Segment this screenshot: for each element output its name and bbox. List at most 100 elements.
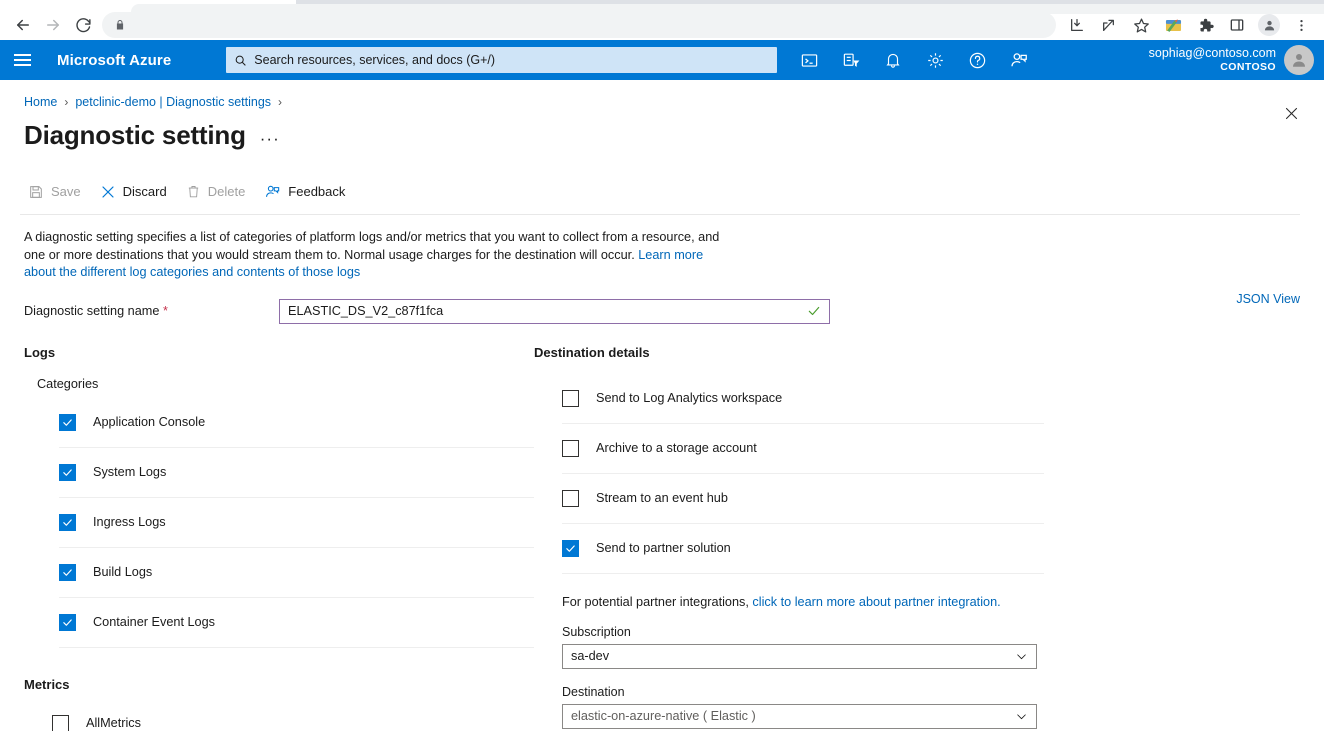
- feedback-person-icon[interactable]: [999, 40, 1039, 80]
- destination-option-label: Send to partner solution: [596, 541, 731, 555]
- metrics-heading: Metrics: [24, 677, 534, 692]
- json-view-link[interactable]: JSON View: [1236, 292, 1300, 306]
- discard-label: Discard: [123, 184, 167, 199]
- destination-field-label: Destination: [562, 685, 1044, 699]
- delete-label: Delete: [208, 184, 246, 199]
- log-category-row[interactable]: Build Logs: [59, 548, 534, 598]
- destination-column: Destination details Send to Log Analytic…: [534, 345, 1044, 731]
- reload-button[interactable]: [68, 11, 98, 39]
- bookmark-button[interactable]: [1126, 11, 1156, 39]
- browser-tab-strip: [0, 0, 1324, 10]
- breadcrumb-item-resource[interactable]: petclinic-demo | Diagnostic settings: [75, 95, 271, 109]
- chevron-down-icon: [1015, 650, 1028, 663]
- destination-option-row[interactable]: Send to partner solution: [562, 524, 1044, 574]
- checkbox-allmetrics[interactable]: [52, 715, 69, 731]
- help-question-icon[interactable]: [957, 40, 997, 80]
- directories-subscriptions-icon[interactable]: [831, 40, 871, 80]
- diagnostic-setting-name-row: Diagnostic setting name * ELASTIC_DS_V2_…: [24, 299, 1300, 324]
- settings-gear-icon[interactable]: [915, 40, 955, 80]
- feedback-button[interactable]: Feedback: [256, 180, 356, 203]
- download-button[interactable]: [1062, 11, 1092, 39]
- profile-button[interactable]: [1254, 11, 1284, 39]
- forward-button[interactable]: [38, 11, 68, 39]
- breadcrumb-item-home[interactable]: Home: [24, 95, 57, 109]
- subscription-dropdown[interactable]: sa-dev: [562, 644, 1037, 669]
- extension-app-icon: [1164, 16, 1183, 35]
- account-info[interactable]: sophiag@contoso.com CONTOSO: [1149, 45, 1314, 75]
- checkbox-storage-account[interactable]: [562, 440, 579, 457]
- search-icon: [234, 54, 247, 67]
- checkbox-application-console[interactable]: [59, 414, 76, 431]
- global-search-placeholder: Search resources, services, and docs (G+…: [254, 53, 495, 67]
- browser-toolbar: [0, 10, 1324, 40]
- global-search-input[interactable]: Search resources, services, and docs (G+…: [226, 47, 777, 73]
- page-title: Diagnostic setting: [24, 120, 246, 151]
- extension-app-button[interactable]: [1158, 11, 1188, 39]
- browser-tab-secondary[interactable]: [131, 4, 1324, 14]
- log-category-row[interactable]: Container Event Logs: [59, 598, 534, 648]
- destination-option-label: Stream to an event hub: [596, 491, 728, 505]
- back-button[interactable]: [8, 11, 38, 39]
- cloud-shell-icon[interactable]: [789, 40, 829, 80]
- title-row: Diagnostic setting ···: [24, 120, 1300, 151]
- destination-heading: Destination details: [534, 345, 1044, 360]
- checkbox-partner-solution[interactable]: [562, 540, 579, 557]
- save-label: Save: [51, 184, 81, 199]
- azure-top-bar: Microsoft Azure Search resources, servic…: [0, 40, 1324, 80]
- account-org: CONTOSO: [1149, 61, 1276, 74]
- checkbox-build-logs[interactable]: [59, 564, 76, 581]
- delete-button[interactable]: Delete: [178, 181, 257, 202]
- discard-x-icon: [100, 184, 116, 200]
- metrics-section: Metrics AllMetrics: [24, 677, 534, 731]
- log-category-row[interactable]: Application Console: [59, 398, 534, 448]
- save-button[interactable]: Save: [20, 181, 92, 203]
- chrome-menu-button[interactable]: [1286, 11, 1316, 39]
- destination-option-row[interactable]: Send to Log Analytics workspace: [562, 374, 1044, 424]
- checkmark-icon: [62, 617, 73, 628]
- partner-integration-link[interactable]: click to learn more about partner integr…: [752, 595, 1000, 609]
- checkbox-event-hub[interactable]: [562, 490, 579, 507]
- name-label-text: Diagnostic setting name: [24, 304, 159, 318]
- checkbox-container-event-logs[interactable]: [59, 614, 76, 631]
- more-options-button[interactable]: ···: [260, 130, 280, 147]
- close-blade-button[interactable]: [1278, 100, 1304, 126]
- address-bar[interactable]: [102, 12, 1056, 38]
- metric-label: AllMetrics: [86, 716, 141, 730]
- extensions-button[interactable]: [1190, 11, 1220, 39]
- side-panel-button[interactable]: [1222, 11, 1252, 39]
- destination-dropdown[interactable]: elastic-on-azure-native ( Elastic ): [562, 704, 1037, 729]
- diagnostic-setting-name-input[interactable]: ELASTIC_DS_V2_c87f1fca: [279, 299, 830, 324]
- breadcrumb-separator-2: ›: [278, 95, 282, 109]
- metrics-list: AllMetrics: [24, 699, 534, 731]
- forward-arrow-icon: [44, 16, 62, 34]
- account-email: sophiag@contoso.com: [1149, 46, 1276, 62]
- checkbox-system-logs[interactable]: [59, 464, 76, 481]
- subscription-label: Subscription: [562, 625, 1044, 639]
- share-icon: [1101, 17, 1117, 33]
- blade-description: A diagnostic setting specifies a list of…: [24, 229, 724, 282]
- share-button[interactable]: [1094, 11, 1124, 39]
- log-categories-list: Application Console System Logs Ingress …: [24, 398, 534, 648]
- checkmark-icon: [565, 543, 576, 554]
- checkbox-ingress-logs[interactable]: [59, 514, 76, 531]
- destination-option-row[interactable]: Archive to a storage account: [562, 424, 1044, 474]
- azure-brand[interactable]: Microsoft Azure: [57, 52, 171, 69]
- checkbox-log-analytics[interactable]: [562, 390, 579, 407]
- command-bar: Save Discard Delete Feedback: [20, 180, 1300, 215]
- destination-option-row[interactable]: Stream to an event hub: [562, 474, 1044, 524]
- hamburger-menu-icon[interactable]: [0, 40, 44, 80]
- discard-button[interactable]: Discard: [92, 181, 178, 203]
- metric-row[interactable]: AllMetrics: [52, 699, 534, 731]
- notifications-bell-icon[interactable]: [873, 40, 913, 80]
- log-category-label: Application Console: [93, 415, 205, 429]
- download-icon: [1069, 17, 1085, 33]
- log-category-row[interactable]: System Logs: [59, 448, 534, 498]
- destination-options-list: Send to Log Analytics workspace Archive …: [534, 374, 1044, 574]
- logs-column: Logs Categories Application Console Syst…: [24, 345, 534, 731]
- destination-value: elastic-on-azure-native ( Elastic ): [571, 709, 1015, 723]
- subscription-value: sa-dev: [571, 649, 1015, 663]
- log-category-row[interactable]: Ingress Logs: [59, 498, 534, 548]
- settings-columns: Logs Categories Application Console Syst…: [24, 345, 1300, 731]
- user-avatar-icon[interactable]: [1284, 45, 1314, 75]
- logs-heading: Logs: [24, 345, 534, 360]
